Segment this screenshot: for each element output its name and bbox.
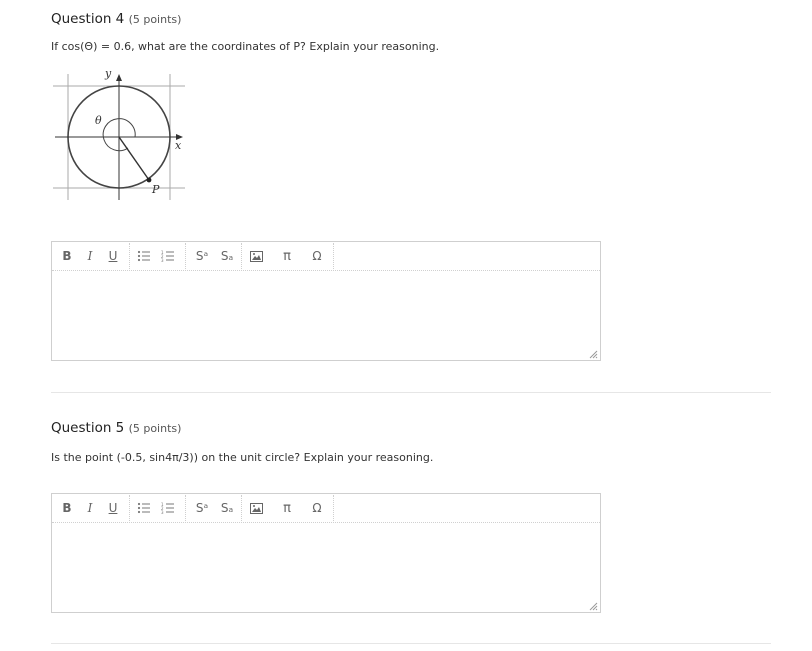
numbered-list-icon[interactable]: 123 [160,246,176,266]
toolbar-separator [333,243,334,269]
unit-circle-figure: y x θ P [51,67,191,202]
omega-button[interactable]: Ω [310,498,324,518]
underline-button[interactable]: U [107,246,119,266]
superscript-button[interactable]: Sᵃ [193,498,211,518]
bulleted-list-icon[interactable] [136,498,152,518]
bold-button[interactable]: B [60,246,74,266]
italic-button[interactable]: I [84,246,96,266]
image-icon[interactable] [248,498,264,518]
underline-button[interactable]: U [107,498,119,518]
theta-label: θ [95,114,102,127]
answer-text-area[interactable] [52,523,600,613]
question-4-title: Question 4 (5 points) [51,11,181,27]
svg-text:3: 3 [161,510,164,514]
superscript-button[interactable]: Sᵃ [193,246,211,266]
answer-editor-question-5: B I U 123 Sᵃ Sₐ π Ω [51,493,601,613]
question-divider [51,643,771,644]
question-5-title: Question 5 (5 points) [51,420,181,436]
resize-handle-icon[interactable] [589,350,598,359]
pi-button[interactable]: π [280,246,294,266]
subscript-button[interactable]: Sₐ [218,246,236,266]
answer-editor-question-4: B I U 123 Sᵃ Sₐ π Ω [51,241,601,361]
toolbar-separator [241,495,242,521]
resize-handle-icon[interactable] [589,602,598,611]
point-p-label: P [152,183,160,196]
question-title-text: Question 4 [51,11,125,27]
toolbar-separator [185,495,186,521]
editor-toolbar: B I U 123 Sᵃ Sₐ π Ω [52,494,600,523]
question-5-prompt: Is the point (-0.5, sin4π/3)) on the uni… [51,451,434,464]
pi-button[interactable]: π [280,498,294,518]
toolbar-separator [129,243,130,269]
editor-toolbar: B I U 123 Sᵃ Sₐ π Ω [52,242,600,271]
numbered-list-icon[interactable]: 123 [160,498,176,518]
question-divider [51,392,771,393]
y-axis-label: y [105,67,112,80]
italic-button[interactable]: I [84,498,96,518]
image-icon[interactable] [248,246,264,266]
bold-button[interactable]: B [60,498,74,518]
toolbar-separator [333,495,334,521]
question-points: (5 points) [128,422,182,435]
answer-text-area[interactable] [52,271,600,361]
bulleted-list-icon[interactable] [136,246,152,266]
toolbar-separator [241,243,242,269]
question-title-text: Question 5 [51,420,125,436]
toolbar-separator [185,243,186,269]
question-points: (5 points) [128,13,182,26]
omega-button[interactable]: Ω [310,246,324,266]
x-axis-label: x [175,139,182,152]
toolbar-separator [129,495,130,521]
svg-text:3: 3 [161,258,164,262]
subscript-button[interactable]: Sₐ [218,498,236,518]
question-4-prompt: If cos(Θ) = 0.6, what are the coordinate… [51,40,440,53]
